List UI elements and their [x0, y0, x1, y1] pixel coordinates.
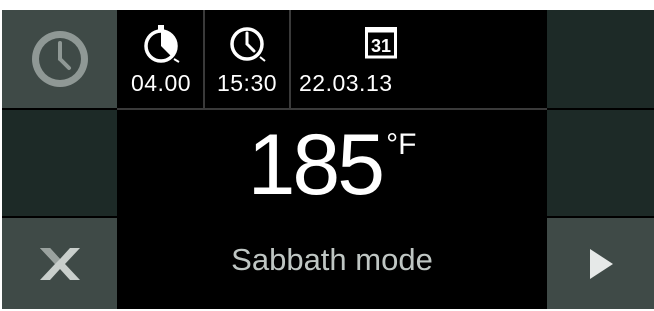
clock-icon — [205, 24, 289, 64]
clock-button[interactable] — [2, 10, 117, 108]
date-field[interactable]: 31 22.03.13 — [291, 10, 417, 108]
clock-icon — [31, 31, 88, 87]
next-button[interactable] — [547, 218, 654, 309]
date-value: 22.03.13 — [299, 70, 393, 96]
close-icon — [39, 247, 80, 280]
end-time-timer[interactable]: 15:30 — [205, 10, 289, 108]
left-empty-panel — [2, 110, 117, 216]
duration-value: 04.00 — [130, 70, 192, 96]
end-time-value: 15:30 — [216, 70, 278, 96]
temperature-value: 185 — [247, 117, 385, 213]
right-empty-panel-top — [547, 10, 654, 108]
right-empty-panel-mid — [547, 110, 654, 216]
mode-label: Sabbath mode — [231, 242, 433, 277]
oven-display: 04.00 15:30 31 22.03.13 185 °F Sabbath m… — [2, 10, 654, 309]
divider — [117, 108, 547, 110]
cancel-button[interactable] — [2, 218, 117, 309]
stopwatch-icon — [119, 24, 203, 64]
temperature-display[interactable]: 185 °F — [117, 120, 547, 210]
duration-timer[interactable]: 04.00 — [119, 10, 203, 108]
calendar-icon: 31 — [291, 24, 417, 64]
temperature-unit: °F — [386, 128, 417, 161]
chevron-right-icon — [589, 248, 613, 279]
calendar-day: 31 — [371, 36, 391, 56]
